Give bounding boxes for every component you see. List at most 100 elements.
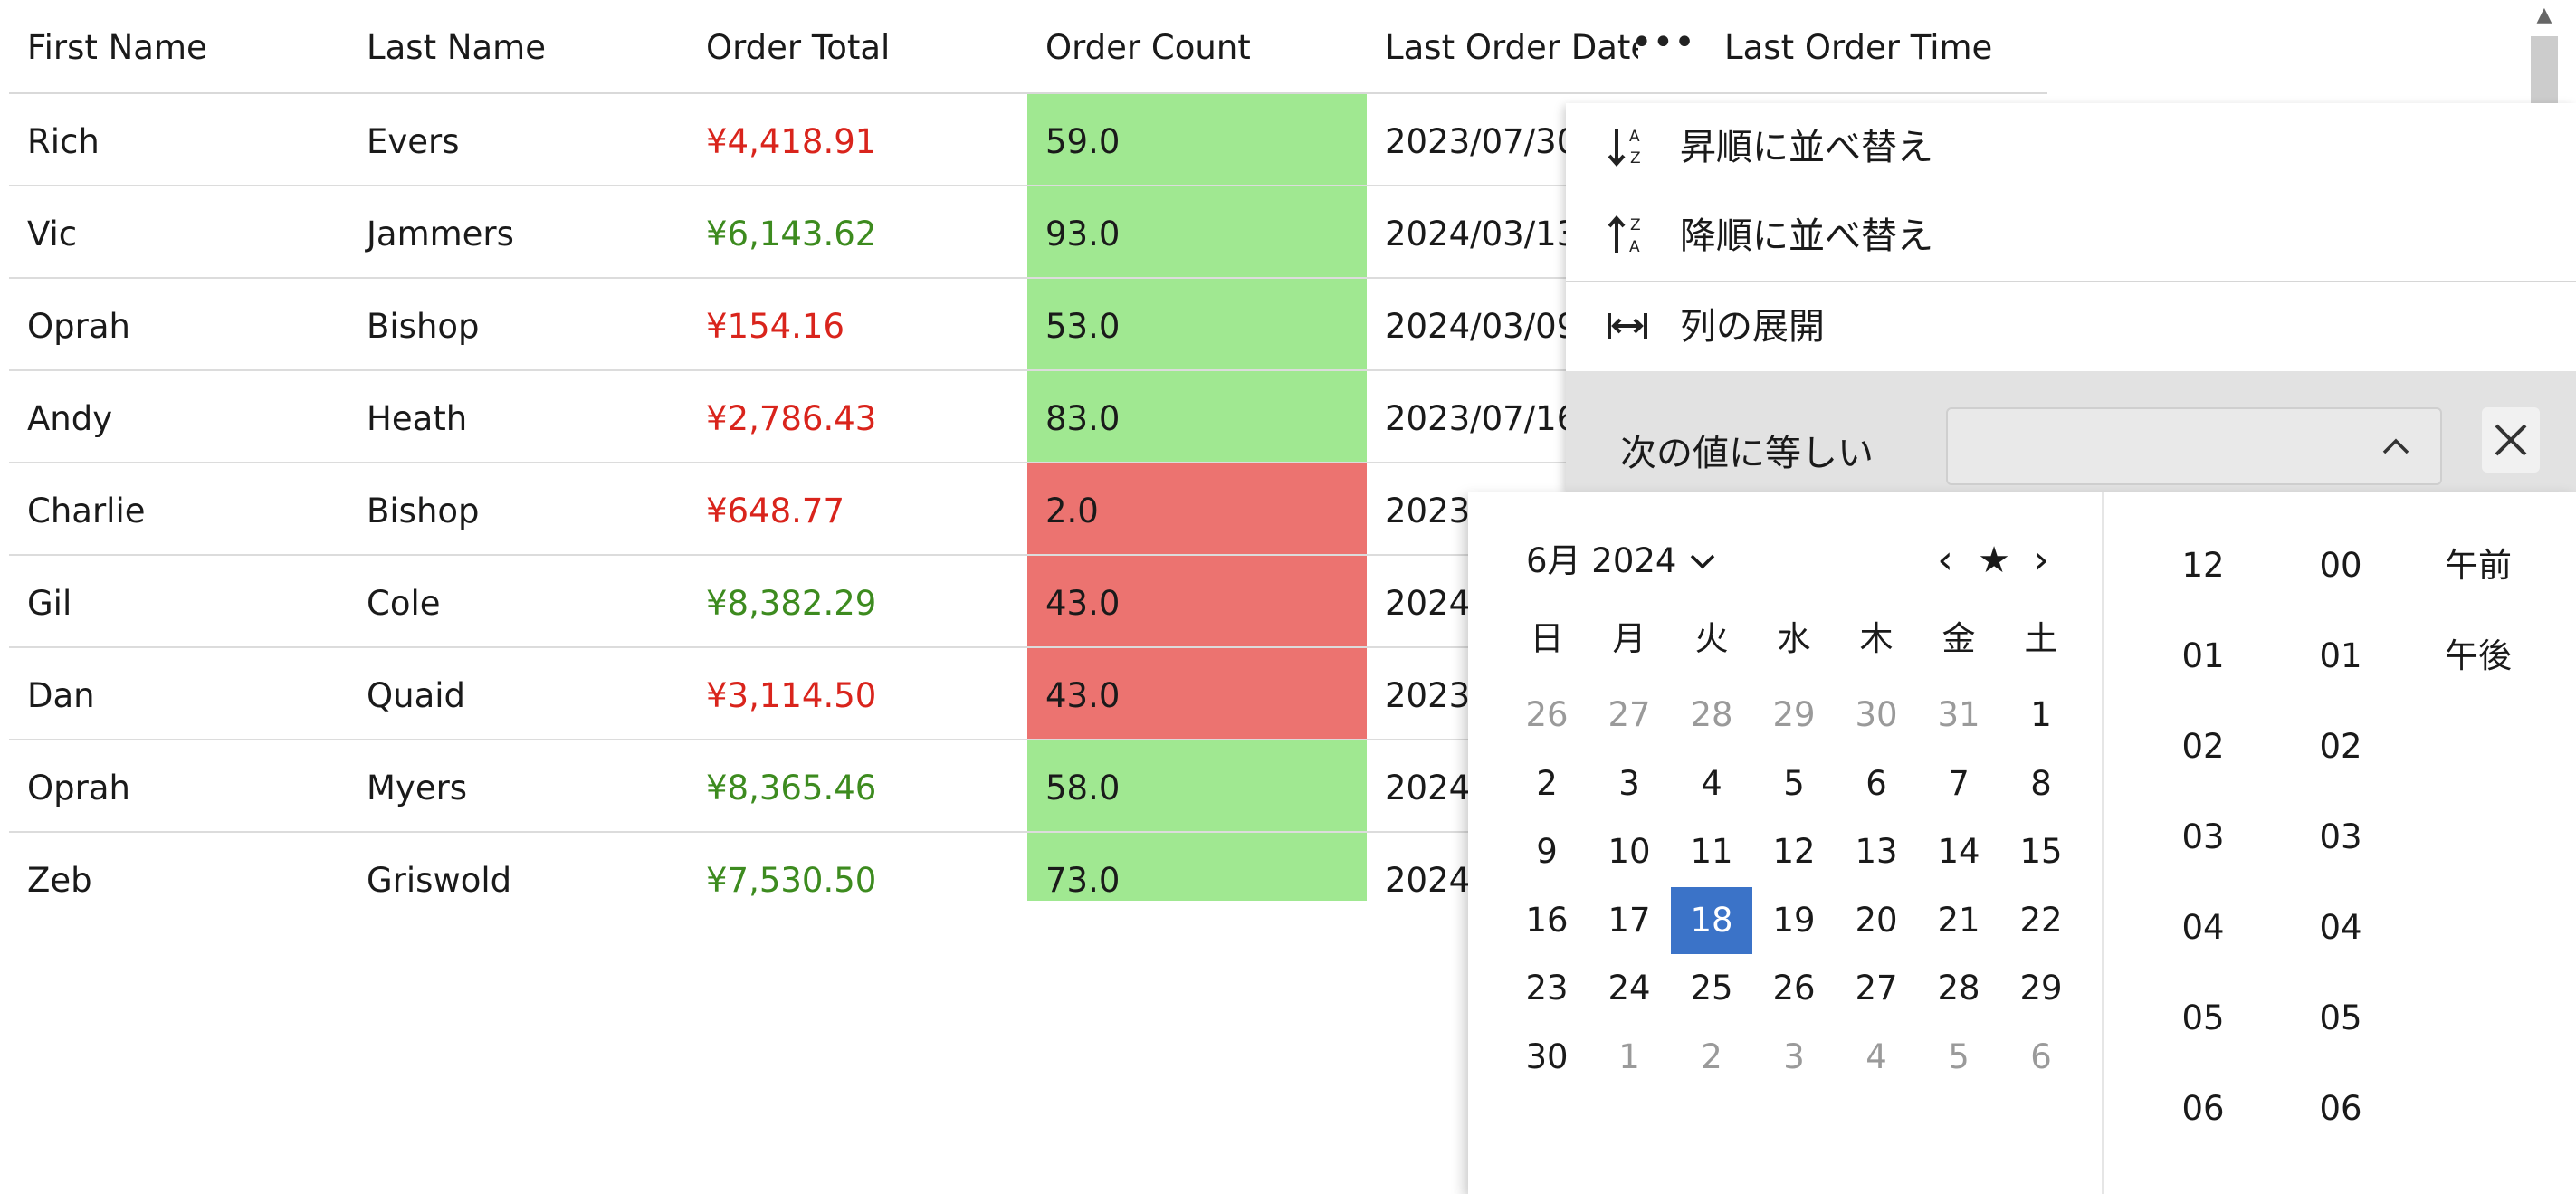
first-name-cell[interactable]: Dan — [9, 648, 348, 739]
hour-option[interactable]: 03 — [2149, 810, 2257, 864]
calendar-day[interactable]: 6 — [1836, 750, 1917, 817]
ampm-option[interactable]: 午前 — [2424, 539, 2533, 593]
hour-option[interactable]: 05 — [2149, 991, 2257, 1046]
order-total-cell[interactable]: ¥2,786.43 — [688, 371, 1027, 462]
last-name-cell[interactable]: Jammers — [348, 186, 688, 277]
ampm-option[interactable]: 午後 — [2424, 629, 2533, 683]
minute-option[interactable]: 06 — [2286, 1082, 2395, 1136]
month-year-selector[interactable]: 6月 2024 — [1526, 539, 1718, 587]
last-name-cell[interactable]: Bishop — [348, 279, 688, 369]
calendar-day[interactable]: 27 — [1836, 955, 1917, 1022]
chevron-up-icon[interactable] — [2373, 424, 2419, 469]
order-count-cell[interactable]: 2.0 — [1027, 463, 1367, 554]
calendar-day[interactable]: 21 — [1918, 887, 1999, 954]
hour-option[interactable]: 01 — [2149, 629, 2257, 683]
column-header-last-order-time[interactable]: Last Order Time — [1706, 0, 2047, 92]
order-total-cell[interactable]: ¥8,365.46 — [688, 740, 1027, 831]
scroll-up-arrow-icon[interactable]: ▲ — [2527, 0, 2562, 31]
last-name-cell[interactable]: Bishop — [348, 463, 688, 554]
calendar-day-selected[interactable]: 18 — [1671, 886, 1752, 954]
order-total-cell[interactable]: ¥8,382.29 — [688, 556, 1027, 646]
first-name-cell[interactable]: Andy — [9, 371, 348, 462]
order-total-cell[interactable]: ¥6,143.62 — [688, 186, 1027, 277]
calendar-day[interactable]: 20 — [1836, 887, 1917, 954]
first-name-cell[interactable]: Zeb — [9, 833, 348, 901]
last-name-cell[interactable]: Evers — [348, 94, 688, 185]
minute-option[interactable]: 01 — [2286, 629, 2395, 683]
column-header-last-name[interactable]: Last Name — [348, 0, 688, 92]
calendar-day[interactable]: 14 — [1918, 818, 1999, 885]
calendar-day[interactable]: 30 — [1506, 1024, 1588, 1091]
order-count-cell[interactable]: 73.0 — [1027, 833, 1367, 901]
hour-option[interactable]: 06 — [2149, 1082, 2257, 1136]
calendar-day[interactable]: 27 — [1589, 682, 1670, 749]
first-name-cell[interactable]: Gil — [9, 556, 348, 646]
calendar-day[interactable]: 7 — [1918, 750, 1999, 817]
last-name-cell[interactable]: Heath — [348, 371, 688, 462]
minute-option[interactable]: 04 — [2286, 901, 2395, 955]
order-count-cell[interactable]: 93.0 — [1027, 186, 1367, 277]
first-name-cell[interactable]: Rich — [9, 94, 348, 185]
close-icon[interactable] — [2482, 407, 2540, 473]
last-name-cell[interactable]: Quaid — [348, 648, 688, 739]
calendar-day[interactable]: 13 — [1836, 818, 1917, 885]
calendar-day[interactable]: 2 — [1671, 1024, 1752, 1091]
expand-column-item[interactable]: 列の展開 — [1566, 282, 2576, 371]
sort-descending-item[interactable]: Z A 降順に並べ替え — [1566, 192, 2576, 281]
calendar-day[interactable]: 17 — [1589, 887, 1670, 954]
order-count-cell[interactable]: 59.0 — [1027, 94, 1367, 185]
column-options-button[interactable]: ••• — [1631, 24, 1695, 67]
column-header-last-order-date[interactable]: Last Order Date — [1367, 0, 1638, 92]
first-name-cell[interactable]: Oprah — [9, 279, 348, 369]
column-header-first-name[interactable]: First Name — [9, 0, 348, 92]
calendar-day[interactable]: 4 — [1836, 1024, 1917, 1091]
calendar-day[interactable]: 3 — [1753, 1024, 1835, 1091]
first-name-cell[interactable]: Charlie — [9, 463, 348, 554]
calendar-day[interactable]: 5 — [1918, 1024, 1999, 1091]
calendar-day[interactable]: 31 — [1918, 682, 1999, 749]
calendar-day[interactable]: 29 — [2000, 955, 2082, 1022]
calendar-day[interactable]: 6 — [2000, 1024, 2082, 1091]
minute-option[interactable]: 02 — [2286, 720, 2395, 774]
column-header-order-count[interactable]: Order Count — [1027, 0, 1367, 92]
order-total-cell[interactable]: ¥3,114.50 — [688, 648, 1027, 739]
calendar-day[interactable]: 3 — [1589, 750, 1670, 817]
hour-option[interactable]: 04 — [2149, 901, 2257, 955]
calendar-day[interactable]: 24 — [1589, 955, 1670, 1022]
calendar-day[interactable]: 9 — [1506, 818, 1588, 885]
calendar-day[interactable]: 2 — [1506, 750, 1588, 817]
minute-option[interactable]: 00 — [2286, 539, 2395, 593]
today-star-icon[interactable]: ★ — [1971, 535, 2017, 586]
minute-option[interactable]: 05 — [2286, 991, 2395, 1046]
order-total-cell[interactable]: ¥154.16 — [688, 279, 1027, 369]
next-month-button[interactable]: › — [2018, 535, 2064, 586]
last-name-cell[interactable]: Cole — [348, 556, 688, 646]
first-name-cell[interactable]: Vic — [9, 186, 348, 277]
hour-option[interactable]: 12 — [2149, 539, 2257, 593]
calendar-day[interactable]: 11 — [1671, 818, 1752, 885]
order-count-cell[interactable]: 53.0 — [1027, 279, 1367, 369]
calendar-day[interactable]: 16 — [1506, 887, 1588, 954]
order-count-cell[interactable]: 58.0 — [1027, 740, 1367, 831]
calendar-day[interactable]: 26 — [1506, 682, 1588, 749]
calendar-day[interactable]: 8 — [2000, 750, 2082, 817]
sort-ascending-item[interactable]: A Z 昇順に並べ替え — [1566, 103, 2576, 192]
order-count-cell[interactable]: 43.0 — [1027, 556, 1367, 646]
first-name-cell[interactable]: Oprah — [9, 740, 348, 831]
calendar-day[interactable]: 22 — [2000, 887, 2082, 954]
order-total-cell[interactable]: ¥648.77 — [688, 463, 1027, 554]
calendar-day[interactable]: 10 — [1589, 818, 1670, 885]
calendar-day[interactable]: 12 — [1753, 818, 1835, 885]
last-name-cell[interactable]: Griswold — [348, 833, 688, 901]
calendar-day[interactable]: 4 — [1671, 750, 1752, 817]
calendar-day[interactable]: 26 — [1753, 955, 1835, 1022]
calendar-day[interactable]: 1 — [2000, 682, 2082, 749]
order-count-cell[interactable]: 83.0 — [1027, 371, 1367, 462]
calendar-day[interactable]: 23 — [1506, 955, 1588, 1022]
calendar-day[interactable]: 28 — [1918, 955, 1999, 1022]
order-total-cell[interactable]: ¥7,530.50 — [688, 833, 1027, 901]
calendar-day[interactable]: 19 — [1753, 887, 1835, 954]
hour-option[interactable]: 02 — [2149, 720, 2257, 774]
last-name-cell[interactable]: Myers — [348, 740, 688, 831]
filter-value-input[interactable] — [1946, 407, 2442, 485]
